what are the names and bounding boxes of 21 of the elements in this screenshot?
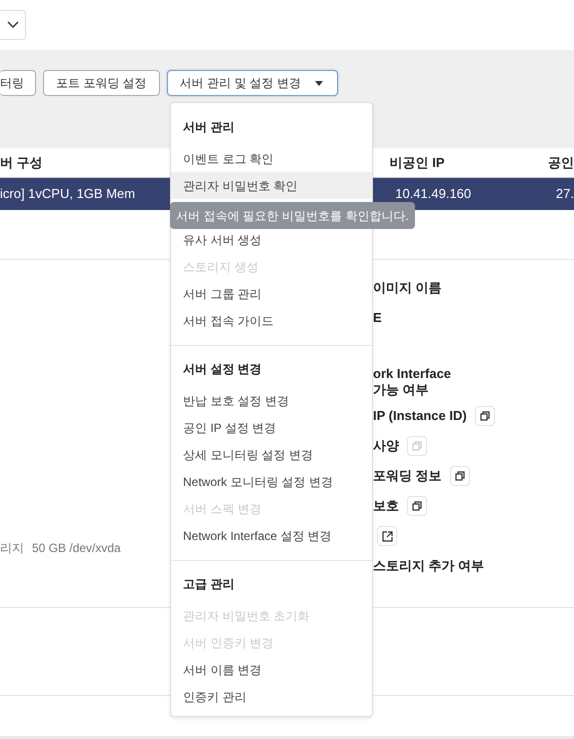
detail-label: 가능 여부 xyxy=(373,382,430,398)
table-cell: icro] 1vCPU, 1GB Mem xyxy=(0,186,136,202)
detail-label: 사양 xyxy=(373,438,399,454)
detail-label: 스토리지 추가 여부 xyxy=(373,558,484,574)
detail-label: E xyxy=(373,310,382,326)
detail-label: 이미지 이름 xyxy=(373,280,442,296)
column-header: 공인 xyxy=(548,154,574,170)
table-cell: 27. xyxy=(556,186,574,202)
menu-section-title: 고급 관리 xyxy=(182,576,236,593)
column-header: 비공인 IP xyxy=(390,154,444,170)
menu-section-title: 서버 관리 xyxy=(182,119,236,136)
detail-label: IP (Instance ID) xyxy=(373,408,467,424)
detail-label: 리지 xyxy=(0,540,24,557)
detail-label: 포워딩 정보 xyxy=(373,468,442,484)
menu-section-title: 서버 설정 변경 xyxy=(182,361,263,378)
column-header: 버 구성 xyxy=(0,154,43,170)
table-cell: 10.41.49.160 xyxy=(395,186,472,202)
tooltip: 서버 접속에 필요한 비밀번호를 확인합니다. xyxy=(170,202,415,229)
detail-label: 보호 xyxy=(373,498,399,514)
detail-label: ork Interface xyxy=(373,366,452,382)
detail-value: 50 GB /dev/xvda xyxy=(32,540,121,557)
